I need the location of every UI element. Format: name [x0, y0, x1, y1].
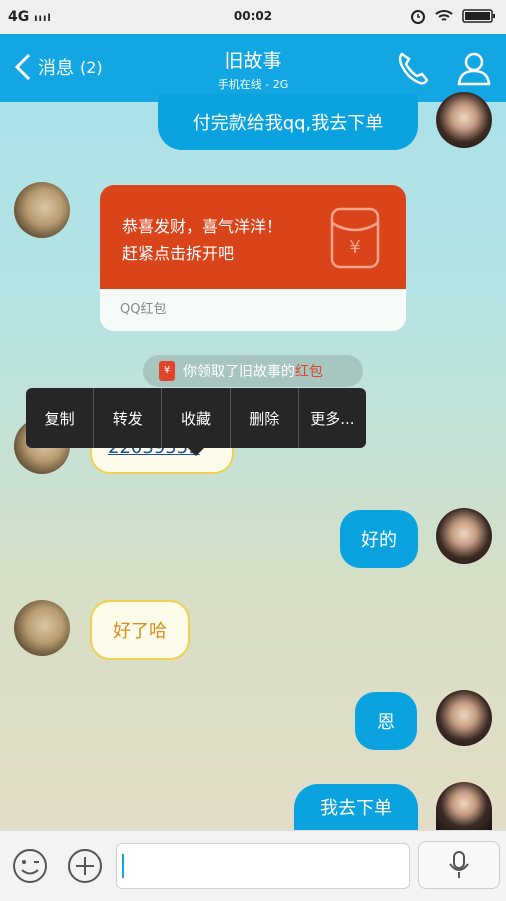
context-menu: 复制 转发 收藏 删除 更多... — [26, 388, 366, 448]
red-packet-icon: ¥ — [330, 207, 380, 269]
input-bar — [0, 830, 506, 901]
red-packet-icon: ¥ — [159, 361, 175, 381]
my-avatar[interactable] — [436, 690, 492, 746]
status-bar: 4G ıııl 00:02 — [0, 0, 506, 34]
message-bubble-sent[interactable]: 恩 — [355, 692, 417, 750]
red-packet-footer: QQ红包 — [100, 289, 406, 331]
red-packet-message[interactable]: 恭喜发财，喜气洋洋！ 赶紧点击拆开吧 ¥ QQ红包 — [100, 185, 406, 331]
contact-avatar[interactable] — [14, 600, 70, 656]
menu-delete[interactable]: 删除 — [231, 388, 299, 448]
my-avatar[interactable] — [436, 508, 492, 564]
chat-header: 消息 (2) 旧故事 手机在线 - 2G — [0, 34, 506, 102]
contact-status: 手机在线 - 2G — [217, 78, 289, 91]
menu-favorite[interactable]: 收藏 — [162, 388, 231, 448]
profile-icon[interactable] — [456, 50, 492, 86]
phone-icon[interactable] — [396, 50, 430, 86]
menu-copy[interactable]: 复制 — [26, 388, 95, 448]
context-menu-pointer — [186, 446, 206, 456]
message-bubble-sent[interactable]: 好的 — [340, 510, 418, 568]
message-bubble-sent[interactable]: 付完款给我qq,我去下单 — [158, 94, 418, 150]
menu-more[interactable]: 更多... — [299, 388, 366, 448]
battery-icon — [462, 9, 495, 23]
system-notice: ¥ 你领取了旧故事的 红包 — [143, 355, 363, 387]
message-input[interactable] — [116, 843, 410, 889]
wifi-icon — [435, 10, 453, 21]
contact-name[interactable]: 旧故事 — [0, 46, 506, 73]
emoji-icon[interactable] — [12, 848, 48, 884]
my-avatar[interactable] — [436, 92, 492, 148]
contact-avatar[interactable] — [14, 182, 70, 238]
plus-icon[interactable] — [67, 848, 103, 884]
voice-button[interactable] — [418, 841, 500, 889]
message-bubble-sent[interactable]: 我去下单 — [294, 784, 418, 830]
alarm-icon — [411, 10, 425, 24]
message-bubble-received[interactable]: 好了哈 — [90, 600, 190, 660]
my-avatar[interactable] — [436, 782, 492, 830]
text-caret — [122, 854, 124, 878]
svg-text:¥: ¥ — [349, 237, 360, 258]
microphone-icon — [449, 851, 469, 878]
menu-forward[interactable]: 转发 — [94, 388, 163, 448]
